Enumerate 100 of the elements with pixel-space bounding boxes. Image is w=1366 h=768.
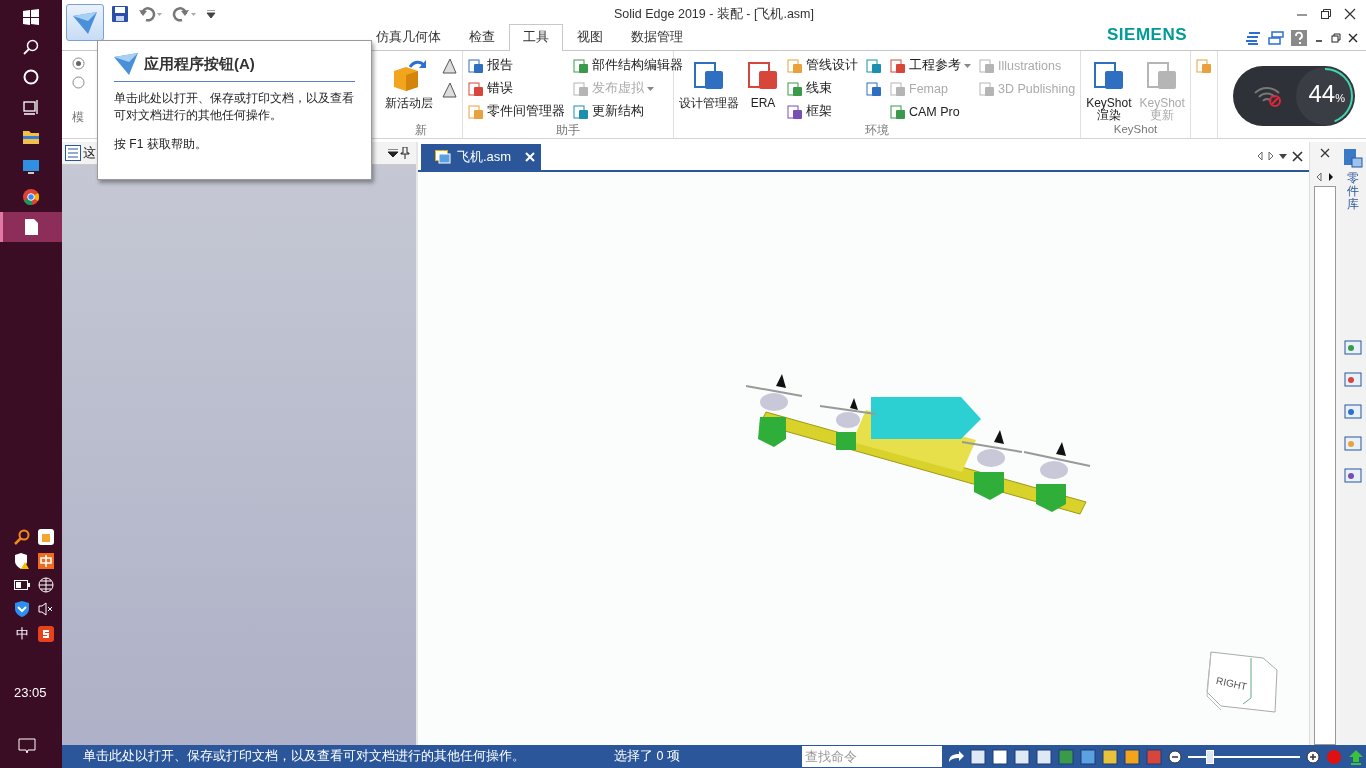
tooltip-title: 应用程序按钮(A) <box>144 54 255 74</box>
status-message: 单击此处以打开、保存或打印文档，以及查看可对文档进行的其他任何操作。 <box>83 748 526 765</box>
magnifier-icon[interactable] <box>14 529 30 545</box>
radio-button[interactable] <box>72 57 85 70</box>
tooltip-text: 单击此处以打开、保存或打印文档，以及查看可对文档进行的其他任何操作。 <box>114 90 355 124</box>
undo-icon[interactable] <box>138 5 162 22</box>
zoom-out-icon[interactable] <box>1168 749 1182 764</box>
close-icon[interactable] <box>1344 7 1356 20</box>
restore-icon[interactable] <box>1331 33 1341 43</box>
percent-readout: 44% <box>1308 80 1345 108</box>
save-icon[interactable] <box>112 5 128 22</box>
panel-label[interactable]: 零件库 <box>1347 172 1359 212</box>
document-icon <box>573 80 589 97</box>
ribbon-button[interactable]: KeyShot 渲染 <box>1086 55 1132 121</box>
brand-logo: SIEMENS <box>1107 25 1188 45</box>
group-label: 环境 <box>864 123 891 138</box>
globe-icon[interactable] <box>38 577 54 593</box>
document-icon[interactable] <box>866 80 882 97</box>
stack-icon[interactable] <box>1245 31 1261 45</box>
document-icon <box>468 80 484 97</box>
ribbon-button[interactable]: 管线设计 <box>787 55 858 76</box>
radio-button[interactable] <box>72 76 85 89</box>
document-icon[interactable] <box>866 57 882 74</box>
logo-icon <box>114 53 138 75</box>
customize-icon[interactable] <box>206 9 216 18</box>
ribbon-button[interactable]: ERA <box>747 55 779 109</box>
group-label: 助手 <box>555 123 581 138</box>
app-icon[interactable] <box>38 626 54 642</box>
document-icon <box>468 103 484 120</box>
wifi-blocked-icon <box>1253 85 1283 107</box>
document-icon <box>890 57 906 74</box>
document-tab[interactable]: 飞机.asm <box>421 144 542 170</box>
document-icon <box>1146 59 1179 91</box>
pointer-icon[interactable] <box>441 81 457 99</box>
command-search-field[interactable]: 查找命令 <box>802 746 942 767</box>
battery-icon[interactable] <box>14 580 30 590</box>
close-icon[interactable] <box>1320 148 1330 158</box>
document-icon <box>787 57 803 74</box>
monitor-icon[interactable] <box>23 159 39 175</box>
ribbon-tab[interactable]: 视图 <box>563 24 617 50</box>
restore-icon[interactable] <box>1320 7 1332 20</box>
input-mode-indicator[interactable]: 中 <box>15 625 29 643</box>
panel-tool-icon[interactable] <box>1344 337 1362 356</box>
browser-icon[interactable] <box>23 189 39 205</box>
pointer-icon[interactable] <box>441 57 457 75</box>
ribbon-button[interactable]: 部件结构编辑器 <box>573 55 683 76</box>
ribbon-tab[interactable]: 仿真几何体 <box>362 24 455 50</box>
document-icon <box>573 103 589 120</box>
zoom-in-icon[interactable] <box>1306 749 1320 764</box>
list-icon[interactable] <box>65 145 81 161</box>
ribbon-button[interactable]: 报告 <box>468 55 565 76</box>
left-arrow-icon[interactable] <box>1257 151 1263 161</box>
close-icon[interactable] <box>1348 33 1358 43</box>
taskbar-button[interactable] <box>0 212 62 242</box>
ribbon-tab[interactable]: 工具 <box>509 24 563 51</box>
right-arrow-icon[interactable] <box>1328 172 1334 182</box>
arrow-icon[interactable] <box>948 749 964 764</box>
search-icon[interactable] <box>23 39 39 55</box>
pin-icon[interactable] <box>400 147 410 159</box>
dropdown-icon[interactable] <box>1279 153 1287 159</box>
group-label: 新 <box>414 123 428 138</box>
ribbon-button[interactable]: CAM Pro <box>890 101 971 122</box>
ribbon-button[interactable]: 工程参考 <box>890 55 971 76</box>
folder-icon[interactable] <box>23 130 39 144</box>
shield-icon[interactable] <box>14 553 30 569</box>
up-arrow-icon[interactable] <box>1348 748 1364 765</box>
document-icon <box>573 57 589 74</box>
document-icon <box>890 80 906 97</box>
panel-tool-icon[interactable] <box>1344 465 1362 484</box>
ribbon-button[interactable]: 框架 <box>787 101 858 122</box>
document-icon <box>787 80 803 97</box>
task-view-icon[interactable] <box>23 99 39 115</box>
group-label: KeyShot <box>1112 123 1159 137</box>
window-title: Solid Edge 2019 - 装配 - [飞机.asm] <box>614 7 814 21</box>
zoom-slider[interactable] <box>1188 749 1300 764</box>
shield-icon[interactable] <box>14 601 30 617</box>
panel-tool-icon[interactable] <box>1344 369 1362 388</box>
document-icon <box>787 103 803 120</box>
windows-icon[interactable] <box>23 9 39 25</box>
dropdown-icon[interactable] <box>388 149 398 157</box>
ribbon-button[interactable]: 线束 <box>787 78 858 99</box>
help-icon[interactable] <box>1291 30 1307 46</box>
ribbon-tab[interactable]: 数据管理 <box>617 24 697 50</box>
close-icon[interactable] <box>1292 150 1303 162</box>
document-icon[interactable] <box>24 219 38 235</box>
ribbon-tab[interactable]: 检查 <box>455 24 509 50</box>
ribbon-button[interactable]: 新活动层 <box>385 55 433 123</box>
circle-icon[interactable] <box>23 69 39 85</box>
left-arrow-icon[interactable] <box>1316 172 1322 182</box>
clock[interactable]: 23:05 <box>10 685 47 700</box>
ribbon-button[interactable]: 零件间管理器 <box>468 101 565 122</box>
windows-stack-icon[interactable] <box>1268 31 1284 45</box>
panel-tool-icon[interactable] <box>1344 401 1362 420</box>
ribbon-button[interactable]: 错误 <box>468 78 565 99</box>
group-label: 模 <box>72 110 84 125</box>
library-icon[interactable] <box>1343 148 1363 168</box>
application-button[interactable] <box>66 4 104 41</box>
assembly-icon <box>435 150 451 164</box>
redo-icon[interactable] <box>172 5 196 22</box>
mute-icon[interactable] <box>38 602 54 616</box>
